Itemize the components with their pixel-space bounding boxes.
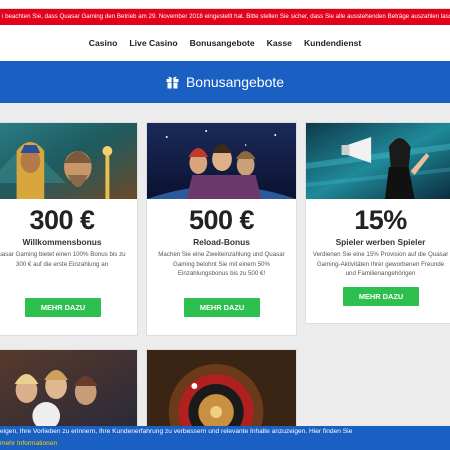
bonus-title: Reload-Bonus [193,237,250,247]
bonus-description: uasar Gaming bietet einen 100% Bonus bis… [0,251,126,268]
bonus-title: Spieler werben Spieler [335,237,426,247]
nav-item-bonusangebote[interactable]: Bonusangebote [190,38,255,48]
cookie-text-line: eigen, Ihre Vorlieben zu erinnern, Ihre … [0,426,450,450]
bonus-card-welcome: 300 € Willkommensbonus uasar Gaming biet… [0,122,138,336]
bonus-card-reload: 500 € Reload-Bonus Machen Sie eine Zweit… [146,122,297,336]
cookie-more-info-link[interactable]: mehr Informationen [0,438,450,450]
nav-item-kundendienst[interactable]: Kundendienst [304,38,361,48]
cookie-text: eigen, Ihre Vorlieben zu erinnern, Ihre … [0,428,353,435]
cookie-banner: eigen, Ihre Vorlieben zu erinnern, Ihre … [0,426,450,450]
nav-item-kasse[interactable]: Kasse [267,38,292,48]
bonus-description: Machen Sie eine Zweiteinzahlung und Quas… [158,251,285,278]
bonus-amount: 500 € [188,205,255,235]
card-image-megaphone [306,123,450,199]
page-banner: Bonusangebote [0,61,450,103]
alert-text: i beachten Sie, dass Quasar Gaming den B… [2,13,450,20]
card-image-egyptian [0,123,137,199]
more-button[interactable]: MEHR DAZU [343,287,419,306]
bonus-description: Verdienen Sie eine 15% Provision auf die… [312,251,449,278]
bonus-amount: 300 € [29,205,95,235]
browser-url-bar[interactable]: onse [0,0,450,15]
card-image-roulette [147,350,296,426]
bonus-amount: 15% [354,205,407,235]
card-image-adventurers [147,123,296,199]
page-title: Bonusangebote [185,74,285,90]
more-button[interactable]: MEHR DAZU [184,298,260,317]
nav-item-live-casino[interactable]: Live Casino [129,38,177,48]
bonus-card-referral: 15% Spieler werben Spieler Verdienen Sie… [305,122,450,324]
nav-item-casino[interactable]: Casino [89,38,118,48]
card-image-gods [0,350,137,426]
gift-icon [166,76,179,89]
more-button[interactable]: MEHR DAZU [25,298,101,317]
bonus-title: Willkommensbonus [22,237,102,247]
closure-alert-bar: i beachten Sie, dass Quasar Gaming den B… [0,9,450,25]
main-nav: Casino Live Casino Bonusangebote Kasse K… [0,25,450,61]
